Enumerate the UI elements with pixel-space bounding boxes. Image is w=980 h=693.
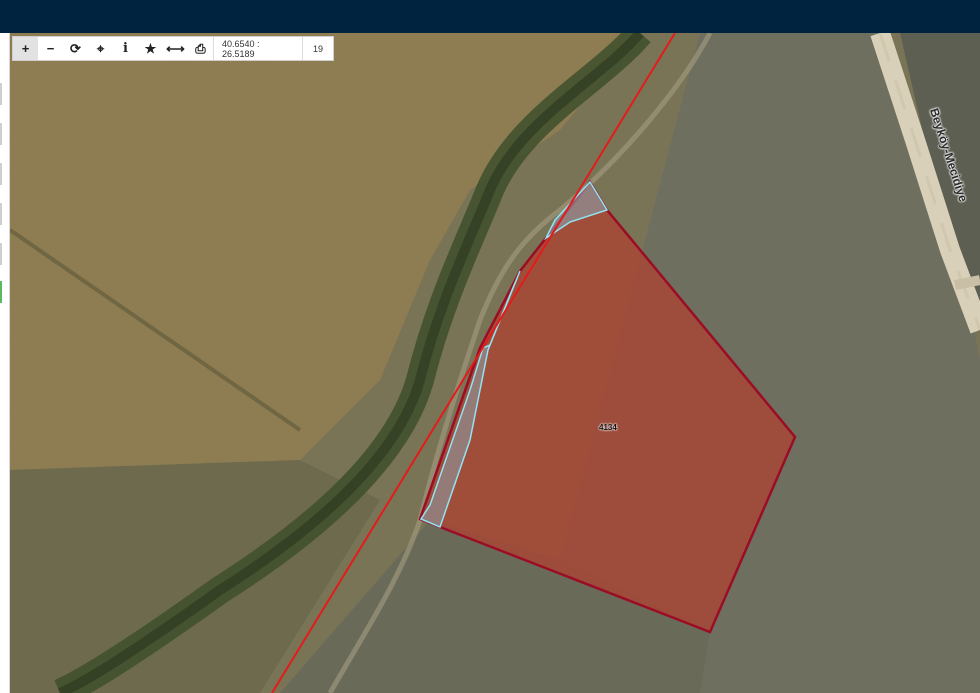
locate-icon[interactable]: ⌖: [88, 37, 113, 60]
panel-tab-marker[interactable]: [0, 123, 2, 145]
star-icon[interactable]: ★: [138, 37, 163, 60]
zoom-in-icon[interactable]: +: [13, 37, 38, 60]
panel-tab-marker[interactable]: [0, 163, 2, 185]
measure-icon[interactable]: ⟷: [163, 37, 188, 60]
refresh-icon[interactable]: ⟳: [63, 37, 88, 60]
map-canvas[interactable]: [10, 33, 980, 693]
print-icon[interactable]: ⎙: [188, 37, 213, 60]
zoom-out-icon[interactable]: −: [38, 37, 63, 60]
parcel-number-label: 4134: [599, 423, 617, 432]
panel-tab-marker-active[interactable]: [0, 281, 2, 303]
panel-tab-marker[interactable]: [0, 243, 2, 265]
zoom-level-readout: 19: [302, 37, 333, 60]
panel-tab-marker[interactable]: [0, 83, 2, 105]
left-side-panel-edge[interactable]: [0, 33, 10, 693]
info-icon[interactable]: i: [113, 37, 138, 60]
satellite-map[interactable]: [10, 33, 980, 693]
coordinate-readout: 40.6540 : 26.5189: [213, 37, 302, 60]
top-header-bar: [0, 0, 980, 33]
panel-tab-marker[interactable]: [0, 203, 2, 225]
map-toolbar: + − ⟳ ⌖ i ★ ⟷ ⎙ 40.6540 : 26.5189 19: [12, 36, 334, 61]
